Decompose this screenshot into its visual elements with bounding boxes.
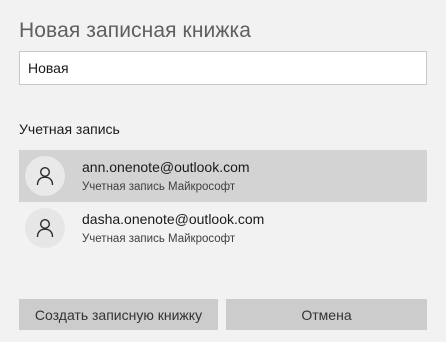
account-email: dasha.onenote@outlook.com [82, 211, 265, 227]
account-type: Учетная запись Майкрософт [82, 233, 236, 245]
person-icon [36, 218, 54, 238]
account-item-ann[interactable]: ann.onenote@outlook.com Учетная запись М… [19, 150, 427, 202]
person-icon [36, 166, 54, 186]
account-section-label: Учетная запись [19, 121, 120, 137]
avatar [25, 156, 65, 196]
create-notebook-button[interactable]: Создать записную книжку [19, 299, 218, 330]
notebook-name-input[interactable] [19, 51, 427, 85]
dialog-title: Новая записная книжка [19, 19, 252, 42]
avatar [25, 208, 65, 248]
account-type: Учетная запись Майкрософт [82, 181, 236, 193]
cancel-button[interactable]: Отмена [226, 299, 427, 330]
account-email: ann.onenote@outlook.com [82, 159, 250, 175]
account-item-dasha[interactable]: dasha.onenote@outlook.com Учетная запись… [19, 202, 427, 254]
